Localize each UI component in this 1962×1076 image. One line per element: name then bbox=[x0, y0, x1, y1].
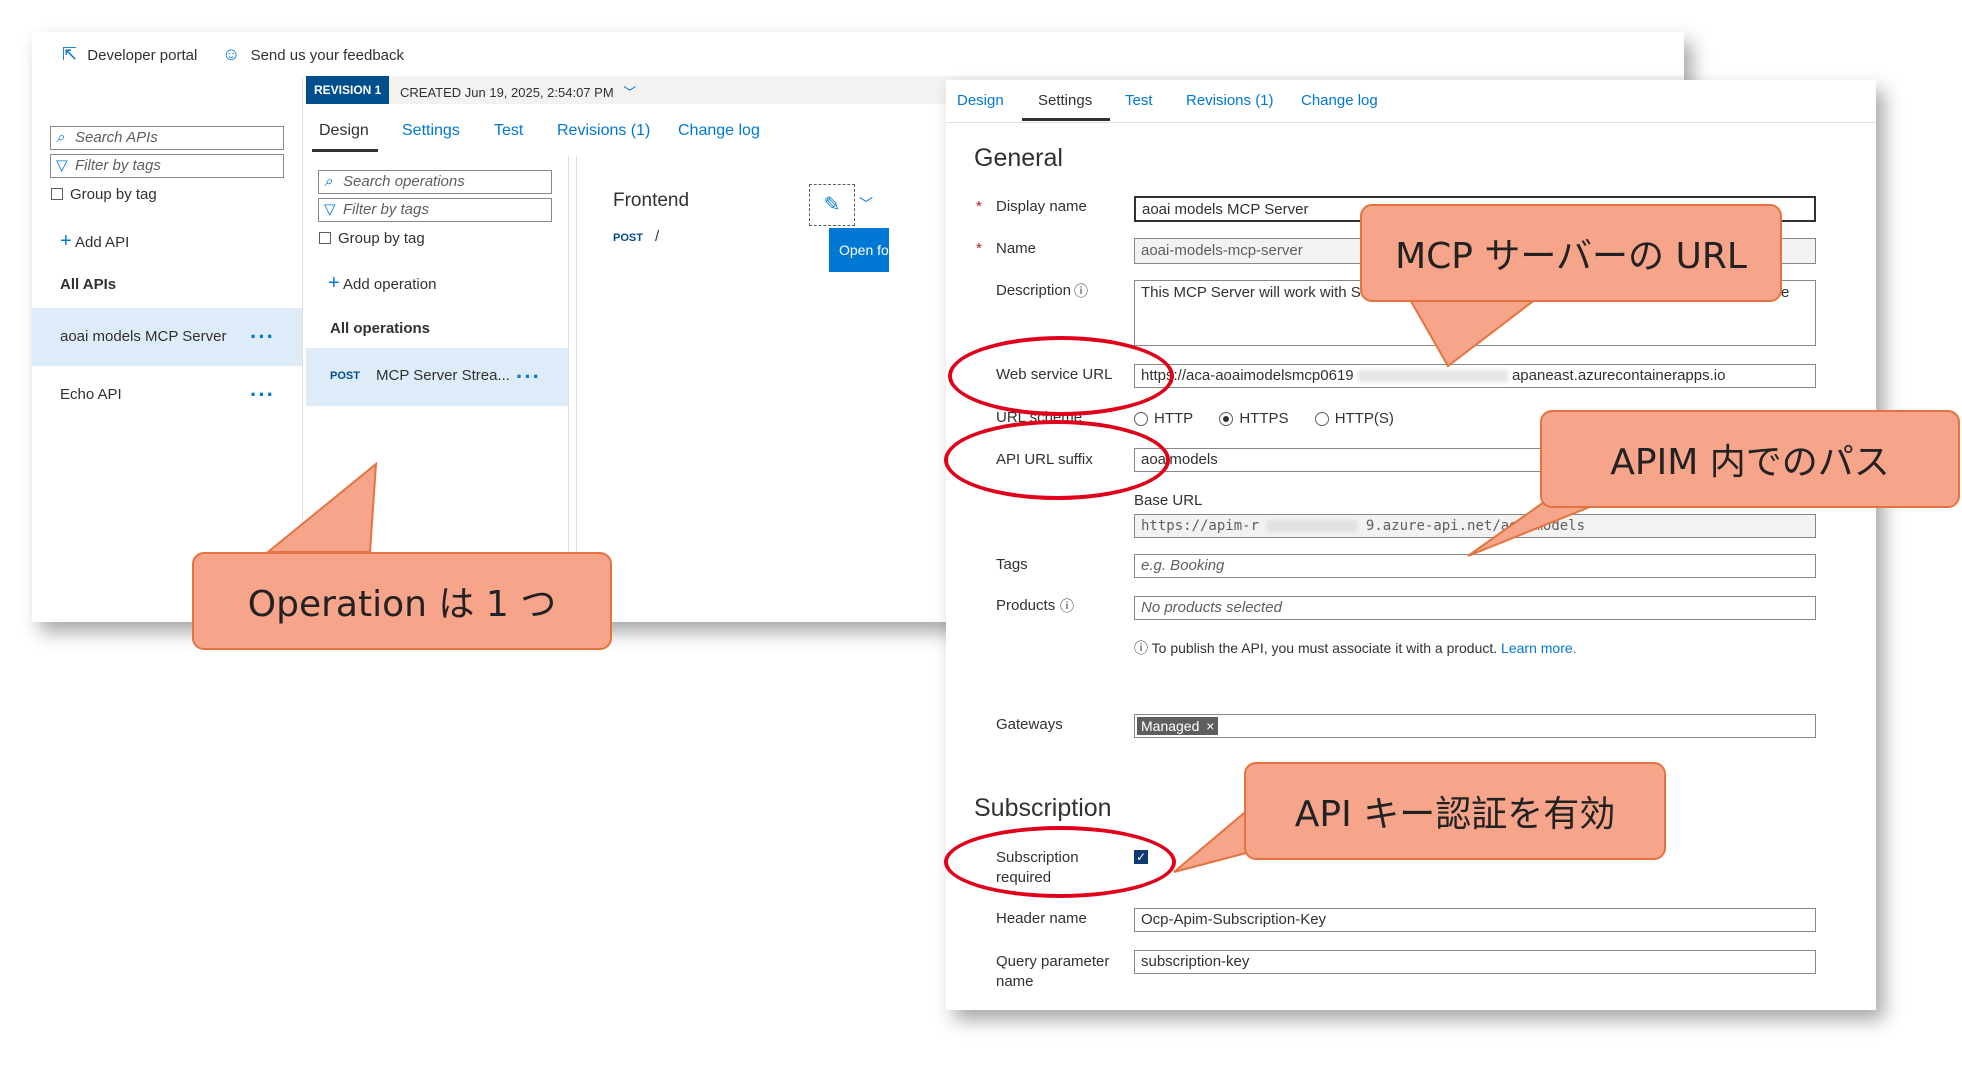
callout-api-key: API キー認証を有効 bbox=[1244, 762, 1666, 860]
callout-operation: Operation は 1 つ bbox=[192, 552, 612, 650]
callout-mcp-url: MCP サーバーの URL bbox=[1360, 204, 1782, 302]
callout-tail-operation bbox=[265, 295, 1603, 873]
callout-apim-path: APIM 内でのパス bbox=[1540, 410, 1960, 508]
